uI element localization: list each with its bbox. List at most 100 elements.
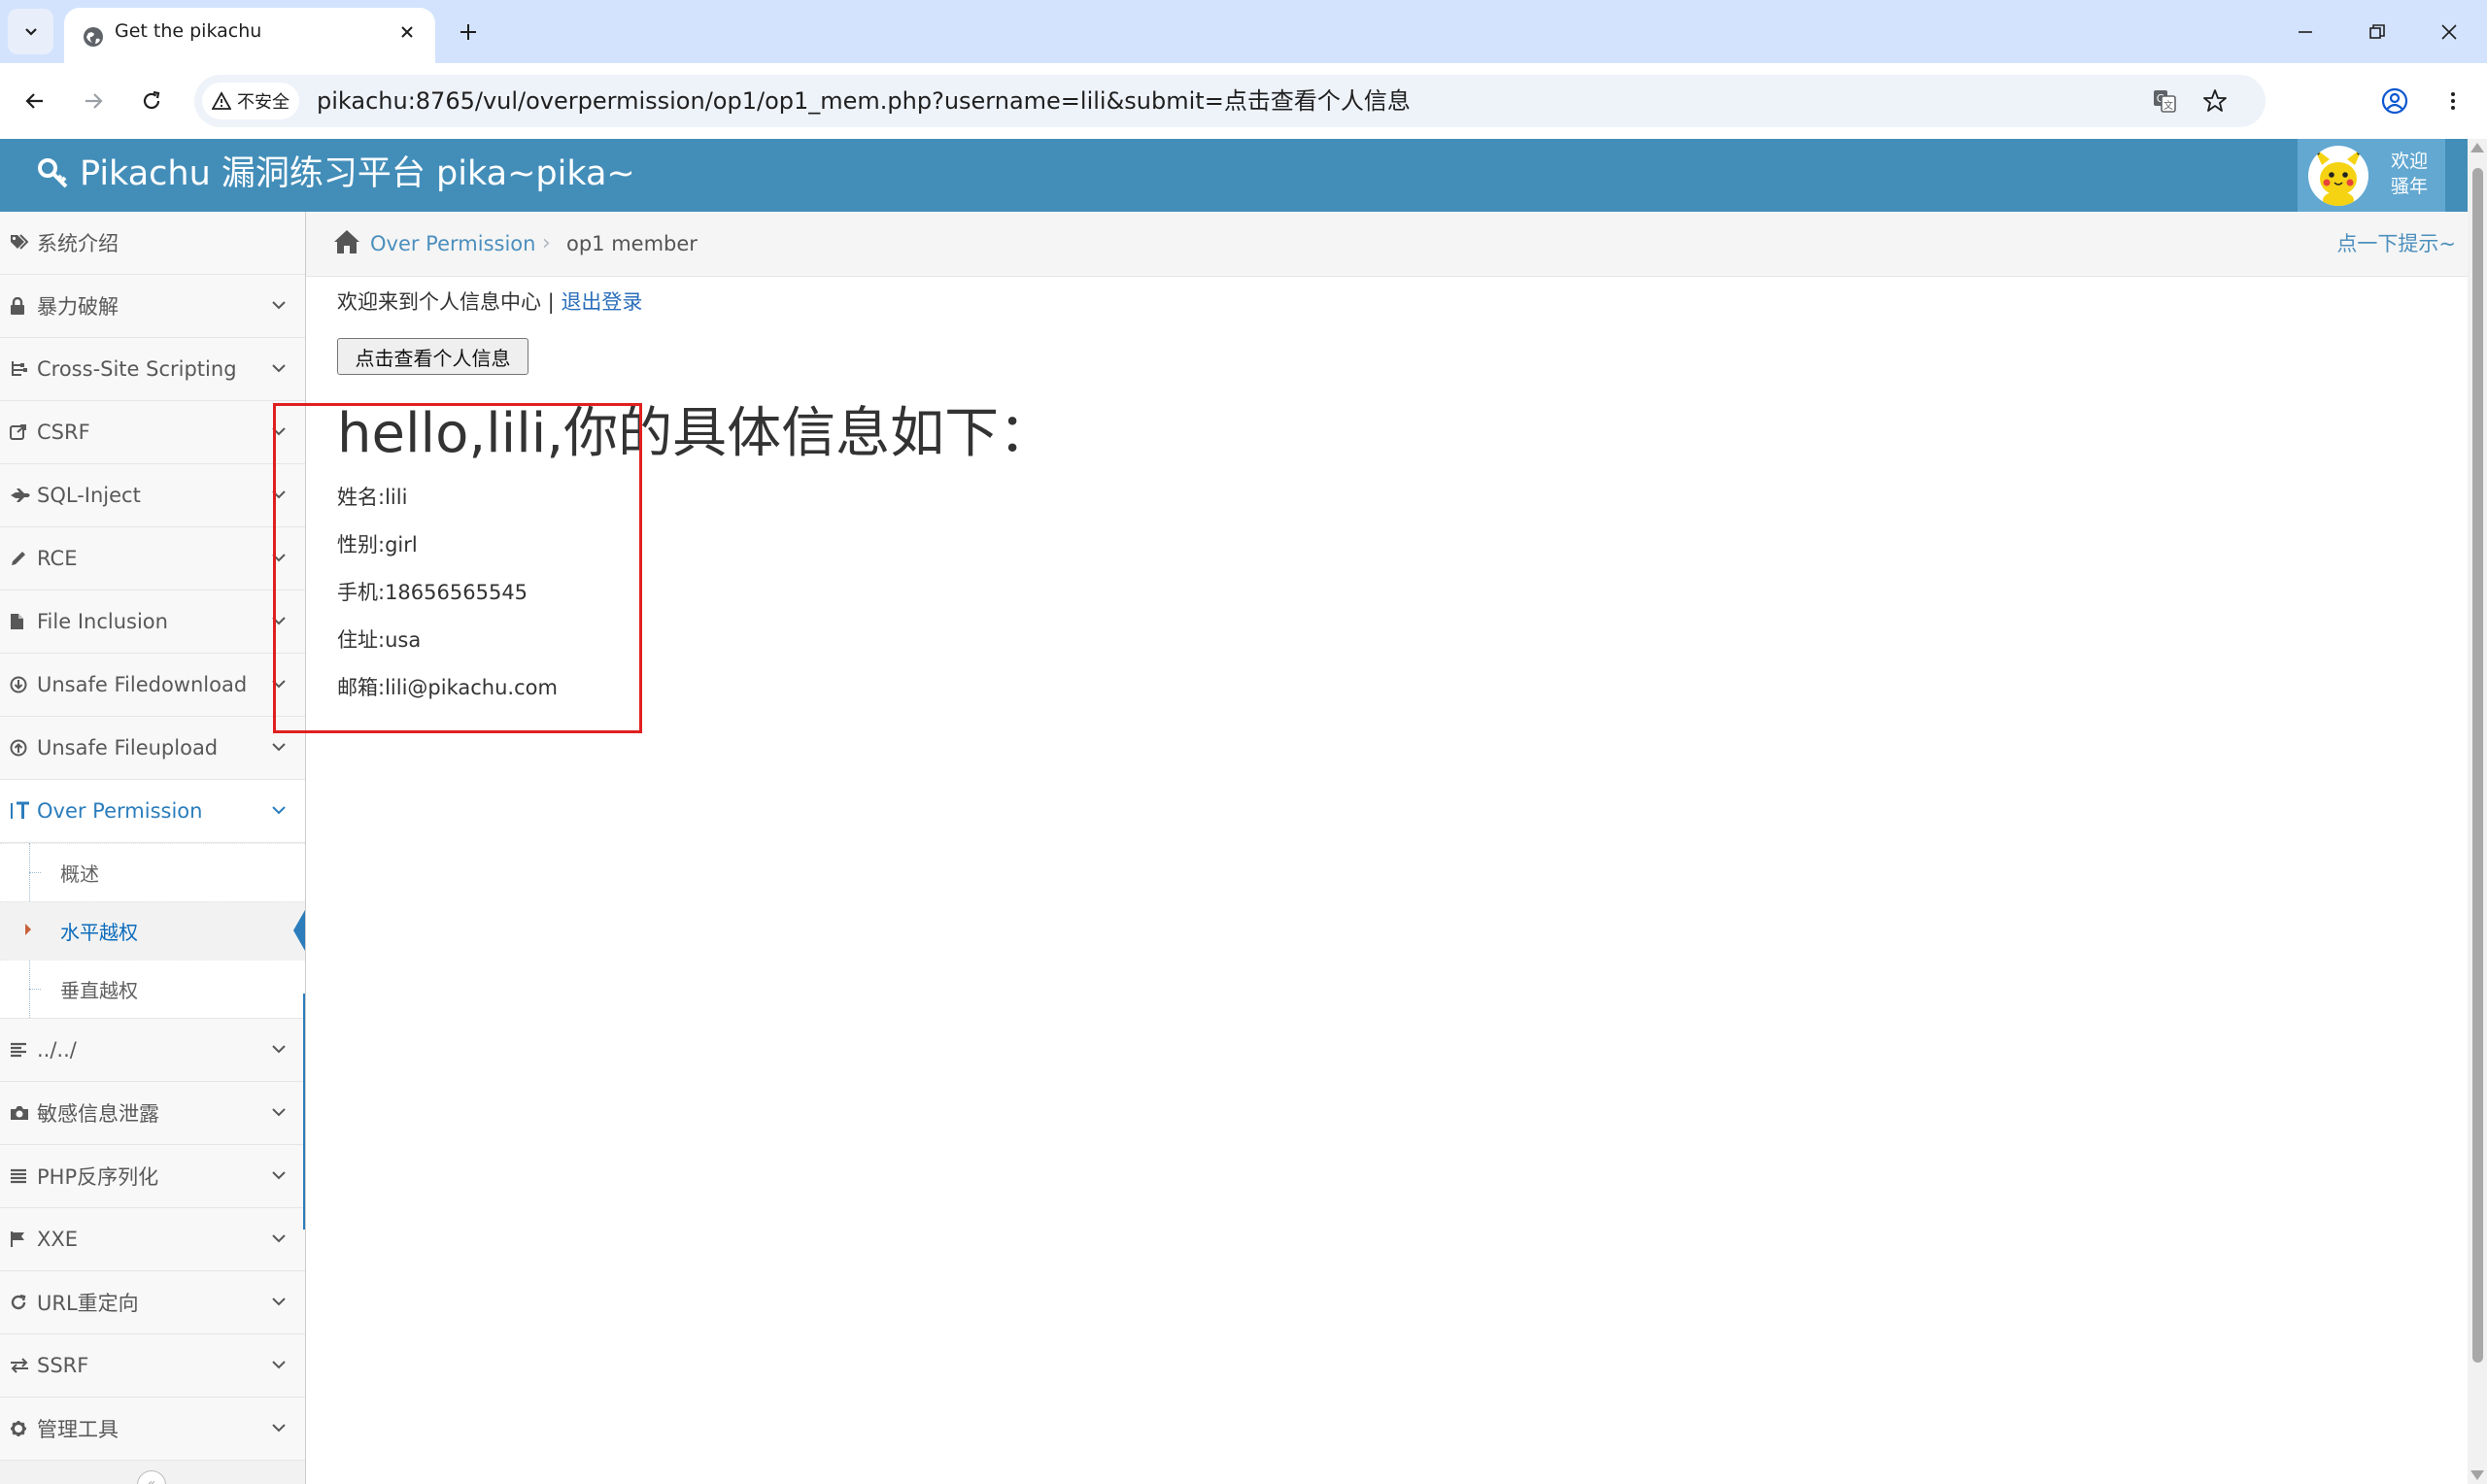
restore-button[interactable] — [2341, 0, 2413, 63]
chevron-down-icon — [272, 1171, 286, 1180]
sidebar-item-url-redirect[interactable]: URL重定向 — [0, 1271, 305, 1334]
chevron-down-icon — [272, 806, 286, 815]
page-scrollbar[interactable] — [2468, 139, 2487, 1484]
sidebar-item-over-permission[interactable]: Over Permission — [0, 780, 305, 843]
tree-branch — [29, 872, 41, 873]
browser-toolbar: 不安全 pikachu:8765/vul/overpermission/op1/… — [0, 63, 2487, 139]
sidebar-item-label: URL重定向 — [37, 1292, 139, 1315]
browser-tab[interactable]: Get the pikachu — [64, 8, 435, 63]
cog-icon — [10, 1420, 35, 1437]
repeat-icon — [10, 1294, 35, 1311]
sidebar-item-csrf[interactable]: CSRF — [0, 401, 305, 464]
sidebar-item-file-inclusion[interactable]: File Inclusion — [0, 590, 305, 654]
sidebar-item-ssrf[interactable]: SSRF — [0, 1334, 305, 1398]
pencil-icon — [10, 550, 35, 567]
download-icon — [10, 676, 35, 693]
sidebar-item-info-leak[interactable]: 敏感信息泄露 — [0, 1082, 305, 1145]
over-permission-submenu: 概述 水平越权 垂直越权 — [0, 843, 305, 1019]
tags-icon — [10, 234, 35, 252]
sidebar-item-xss[interactable]: Cross-Site Scripting — [0, 338, 305, 401]
tab-search-button[interactable] — [8, 9, 53, 54]
submenu-item-overview[interactable]: 概述 — [0, 843, 305, 901]
sidebar-item-php-unserialize[interactable]: PHP反序列化 — [0, 1145, 305, 1208]
sidebar-item-unsafe-fileupload[interactable]: Unsafe Fileupload — [0, 717, 305, 780]
chevron-down-icon — [272, 743, 286, 752]
sidebar-active-indicator — [303, 994, 305, 1230]
profile-button[interactable] — [2373, 80, 2416, 122]
sidebar-item-dir-traversal[interactable]: ../../ — [0, 1019, 305, 1082]
sidebar-item-label: Over Permission — [37, 799, 203, 823]
home-icon[interactable] — [332, 228, 361, 255]
view-info-button[interactable]: 点击查看个人信息 — [337, 338, 528, 375]
brand-link[interactable]: Pikachu 漏洞练习平台 pika~pika~ — [37, 139, 635, 209]
scroll-thumb[interactable] — [2472, 168, 2483, 1363]
sidebar-item-intro[interactable]: 系统介绍 — [0, 212, 305, 275]
chevron-down-icon — [24, 27, 37, 36]
forward-button[interactable] — [72, 80, 115, 122]
submenu-item-label: 概述 — [60, 862, 99, 886]
brand-title: Pikachu 漏洞练习平台 pika~pika~ — [80, 154, 635, 193]
flag-icon — [10, 1231, 35, 1248]
chevron-down-icon — [272, 301, 286, 310]
breadcrumb-current: op1 member — [566, 232, 698, 255]
avatar — [2308, 146, 2368, 206]
new-tab-button[interactable] — [449, 16, 488, 49]
arrow-left-icon — [25, 93, 43, 109]
breadcrumb-section-link[interactable]: Over Permission — [370, 212, 535, 276]
file-icon — [10, 613, 35, 630]
scroll-down-arrow[interactable] — [2470, 1470, 2484, 1480]
welcome-line: 欢迎来到个人信息中心 | 退出登录 — [337, 287, 642, 317]
warning-icon — [212, 91, 231, 110]
sidebar-item-label: 系统介绍 — [37, 232, 119, 255]
annotation-highlight-box — [273, 403, 642, 733]
sidebar-collapse-button[interactable]: « — [137, 1470, 166, 1484]
security-indicator[interactable]: 不安全 — [202, 83, 299, 119]
translate-button[interactable]: G文 — [2147, 84, 2182, 118]
sidebar-item-label: PHP反序列化 — [37, 1165, 159, 1189]
sidebar-item-label: Unsafe Fileupload — [37, 736, 219, 759]
align-justify-icon — [10, 1168, 35, 1184]
browser-tab-bar: Get the pikachu — [0, 0, 2487, 63]
hint-link[interactable]: 点一下提示~ — [2336, 212, 2456, 276]
logout-link[interactable]: 退出登录 — [561, 290, 642, 314]
user-menu[interactable]: 欢迎 骚年 — [2298, 139, 2445, 212]
close-icon — [401, 26, 413, 38]
plus-icon — [460, 24, 476, 40]
lock-icon — [10, 297, 35, 315]
more-vert-icon — [2451, 92, 2455, 110]
sidebar: 系统介绍 暴力破解 Cross-Site Scripting CSRF SQL-… — [0, 212, 306, 1484]
exchange-icon — [10, 1358, 35, 1373]
arrow-right-icon — [85, 93, 103, 109]
tab-title: Get the pikachu — [115, 20, 262, 42]
minimize-button[interactable] — [2269, 0, 2341, 63]
back-button[interactable] — [14, 80, 56, 122]
sidebar-item-sql-inject[interactable]: SQL-Inject — [0, 464, 305, 527]
sidebar-item-label: File Inclusion — [37, 610, 168, 633]
sidebar-item-unsafe-filedownload[interactable]: Unsafe Filedownload — [0, 654, 305, 717]
sidebar-item-label: 暴力破解 — [37, 295, 119, 319]
submenu-item-label: 水平越权 — [60, 921, 138, 944]
sitemap-icon — [10, 360, 35, 378]
chevron-down-icon — [272, 364, 286, 373]
address-bar[interactable]: 不安全 pikachu:8765/vul/overpermission/op1/… — [194, 75, 2266, 127]
close-window-button[interactable] — [2413, 0, 2485, 63]
chevron-down-icon — [272, 1234, 286, 1243]
url-text[interactable]: pikachu:8765/vul/overpermission/op1/op1_… — [317, 75, 1411, 127]
breadcrumb: Over Permission › op1 member 点一下提示~ — [306, 212, 2468, 277]
bookmark-button[interactable] — [2197, 84, 2232, 118]
minimize-icon — [2299, 30, 2312, 33]
sidebar-item-xxe[interactable]: XXE — [0, 1208, 305, 1271]
submenu-item-vertical[interactable]: 垂直越权 — [0, 960, 305, 1018]
welcome-text: 欢迎来到个人信息中心 — [337, 290, 541, 314]
submenu-item-horizontal[interactable]: 水平越权 — [0, 901, 305, 960]
sidebar-item-brute-force[interactable]: 暴力破解 — [0, 275, 305, 338]
sidebar-item-rce[interactable]: RCE — [0, 527, 305, 590]
menu-button[interactable] — [2432, 80, 2474, 122]
tab-close-button[interactable] — [392, 17, 422, 47]
reload-button[interactable] — [130, 80, 173, 122]
close-icon — [2441, 23, 2457, 40]
sidebar-item-admin-tools[interactable]: 管理工具 — [0, 1398, 305, 1461]
chevron-down-icon — [272, 1424, 286, 1433]
restore-icon — [2369, 23, 2385, 39]
scroll-up-arrow[interactable] — [2470, 143, 2484, 152]
